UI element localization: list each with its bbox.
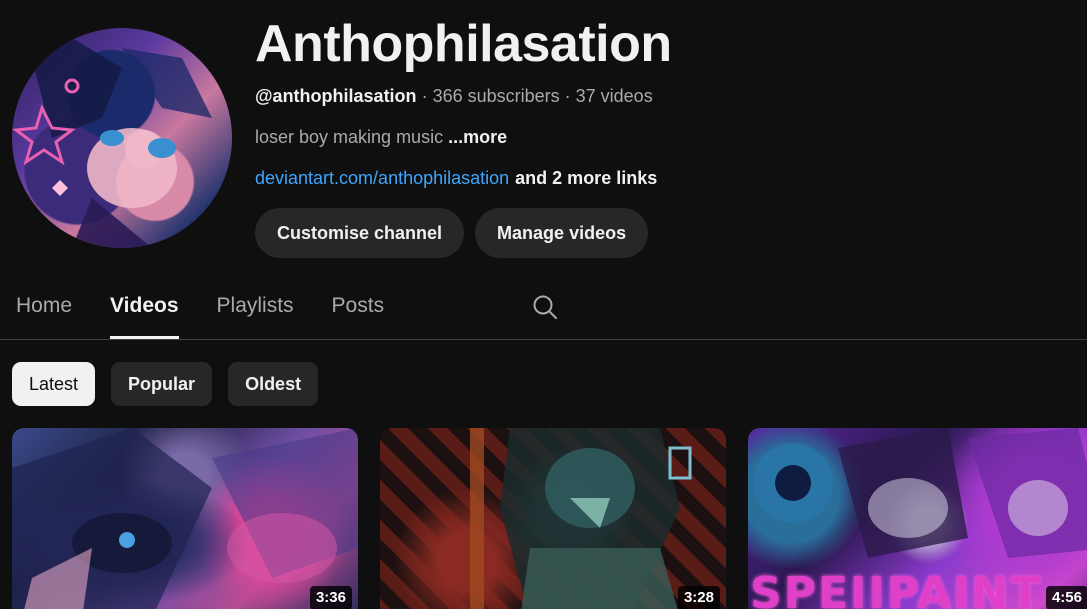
- tab-videos[interactable]: Videos: [110, 282, 180, 339]
- thumbnail-art: [470, 428, 692, 609]
- description-more-button[interactable]: ...more: [448, 127, 507, 147]
- video-duration: 3:28: [677, 586, 720, 609]
- meta-separator: ·: [564, 86, 571, 106]
- channel-actions: Customise channel Manage videos: [255, 208, 649, 258]
- chip-popular[interactable]: Popular: [111, 362, 213, 406]
- manage-videos-button[interactable]: Manage videos: [475, 208, 649, 258]
- customise-channel-button[interactable]: Customise channel: [255, 208, 465, 258]
- tabs-divider: [0, 339, 1087, 340]
- video-thumbnail[interactable]: SPEIIPAINT 4:56: [748, 428, 1087, 609]
- subscriber-count: 366 subscribers: [432, 86, 560, 106]
- channel-avatar[interactable]: [12, 28, 232, 248]
- avatar-art: [12, 38, 212, 248]
- video-duration: 4:56: [1045, 586, 1087, 609]
- video-duration: 3:36: [309, 586, 352, 609]
- sort-chips: Latest Popular Oldest: [12, 362, 319, 406]
- channel-meta: @anthophilasation · 366 subscribers · 37 vid…: [255, 84, 653, 108]
- channel-tabs: Home Videos Playlists Posts: [16, 282, 558, 339]
- thumbnail-art: [12, 428, 358, 609]
- channel-title: Anthophilasation: [255, 15, 672, 73]
- video-thumbnail[interactable]: 3:28: [380, 428, 726, 609]
- channel-link[interactable]: deviantart.com/anthophilasation: [255, 168, 509, 188]
- chip-oldest[interactable]: Oldest: [228, 362, 319, 406]
- channel-page: Anthophilasation @anthophilasation · 366 s…: [0, 0, 1087, 609]
- channel-links: deviantart.com/anthophilasation and 2 mor…: [255, 166, 657, 190]
- channel-description[interactable]: loser boy making music ...more: [255, 125, 507, 149]
- search-icon[interactable]: [532, 294, 558, 320]
- meta-separator: ·: [421, 86, 428, 106]
- tab-playlists[interactable]: Playlists: [217, 282, 294, 330]
- tab-posts[interactable]: Posts: [332, 282, 385, 330]
- video-thumbnail[interactable]: 3:36: [12, 428, 358, 609]
- tab-home[interactable]: Home: [16, 282, 72, 330]
- chip-latest[interactable]: Latest: [12, 362, 96, 406]
- video-count: 37 videos: [575, 86, 653, 106]
- thumbnail-title-art: SPEIIPAINT: [750, 568, 1043, 609]
- more-links-button[interactable]: and 2 more links: [515, 168, 657, 188]
- channel-handle[interactable]: @anthophilasation: [255, 86, 417, 106]
- description-text: loser boy making music: [255, 127, 444, 147]
